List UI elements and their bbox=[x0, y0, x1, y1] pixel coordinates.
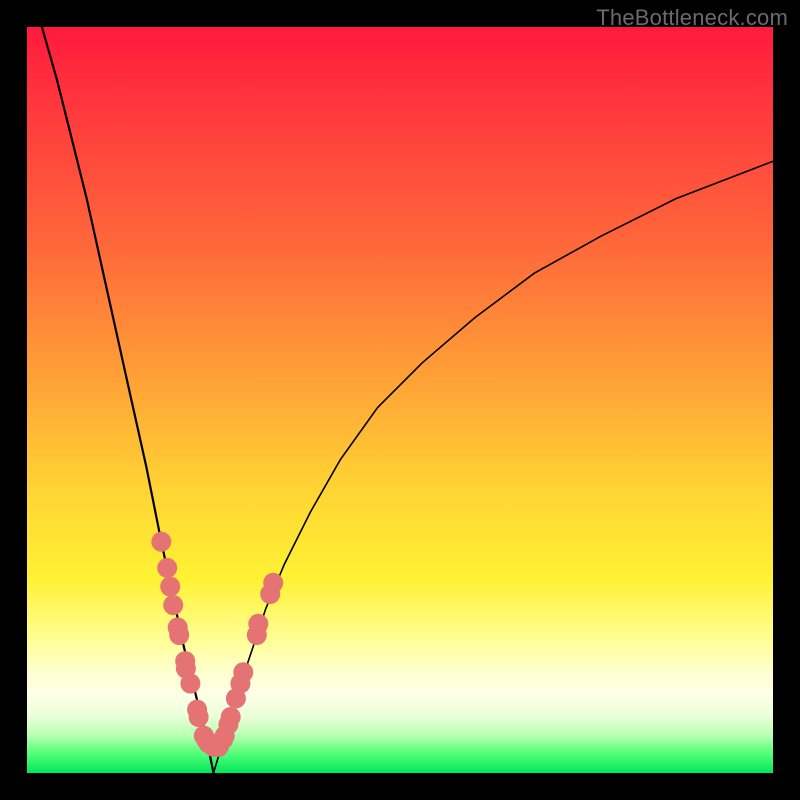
data-point bbox=[163, 595, 183, 615]
data-point bbox=[151, 532, 171, 552]
data-point bbox=[233, 662, 253, 682]
data-point bbox=[157, 558, 177, 578]
curve-right-branch bbox=[214, 161, 774, 773]
plot-area bbox=[27, 27, 773, 773]
scatter-points bbox=[151, 532, 283, 757]
data-point bbox=[169, 625, 189, 645]
data-point bbox=[248, 614, 268, 634]
chart-frame: TheBottleneck.com bbox=[0, 0, 800, 800]
data-point bbox=[221, 707, 241, 727]
data-point bbox=[160, 577, 180, 597]
data-point bbox=[263, 573, 283, 593]
data-point bbox=[189, 707, 209, 727]
data-point bbox=[180, 674, 200, 694]
chart-svg bbox=[27, 27, 773, 773]
watermark-text: TheBottleneck.com bbox=[596, 5, 788, 31]
